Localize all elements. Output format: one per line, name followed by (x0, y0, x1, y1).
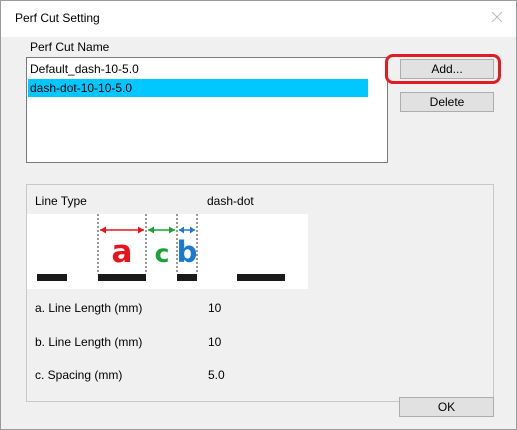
dimension-arrow-c (148, 226, 175, 234)
dimension-arrow-a (100, 226, 144, 234)
param-c-label: c. Spacing (mm) (35, 368, 123, 382)
title-bar: Perf Cut Setting (1, 1, 516, 37)
dash-segment (37, 274, 67, 281)
param-b-label: b. Line Length (mm) (35, 335, 143, 349)
dash-segment (98, 274, 146, 281)
perf-cut-diagram: a c b (27, 214, 308, 289)
param-b-value: 10 (208, 335, 222, 349)
delete-button[interactable]: Delete (400, 92, 494, 112)
letter-c: c (155, 239, 170, 268)
dialog-title: Perf Cut Setting (15, 11, 100, 25)
param-a-value: 10 (208, 301, 222, 315)
line-type-value: dash-dot (207, 194, 254, 208)
add-button[interactable]: Add... (400, 59, 494, 79)
letter-a: a (112, 234, 133, 270)
perf-cut-name-label: Perf Cut Name (30, 40, 110, 54)
dimension-arrow-b (179, 226, 195, 234)
dot-segment (177, 274, 197, 281)
list-item[interactable]: Default_dash-10-5.0 (28, 60, 139, 78)
dash-segment (237, 274, 285, 281)
perf-cut-setting-dialog: Perf Cut Setting Perf Cut Name Default_d… (0, 0, 517, 430)
letter-b: b (177, 235, 198, 269)
ok-button[interactable]: OK (399, 397, 494, 417)
close-icon[interactable] (490, 10, 504, 24)
perf-cut-name-list[interactable]: Default_dash-10-5.0 dash-dot-10-10-5.0 (26, 57, 388, 163)
line-type-label: Line Type (35, 194, 87, 208)
list-item-selected[interactable]: dash-dot-10-10-5.0 (28, 79, 368, 97)
param-c-value: 5.0 (208, 368, 225, 382)
param-a-label: a. Line Length (mm) (35, 301, 143, 315)
